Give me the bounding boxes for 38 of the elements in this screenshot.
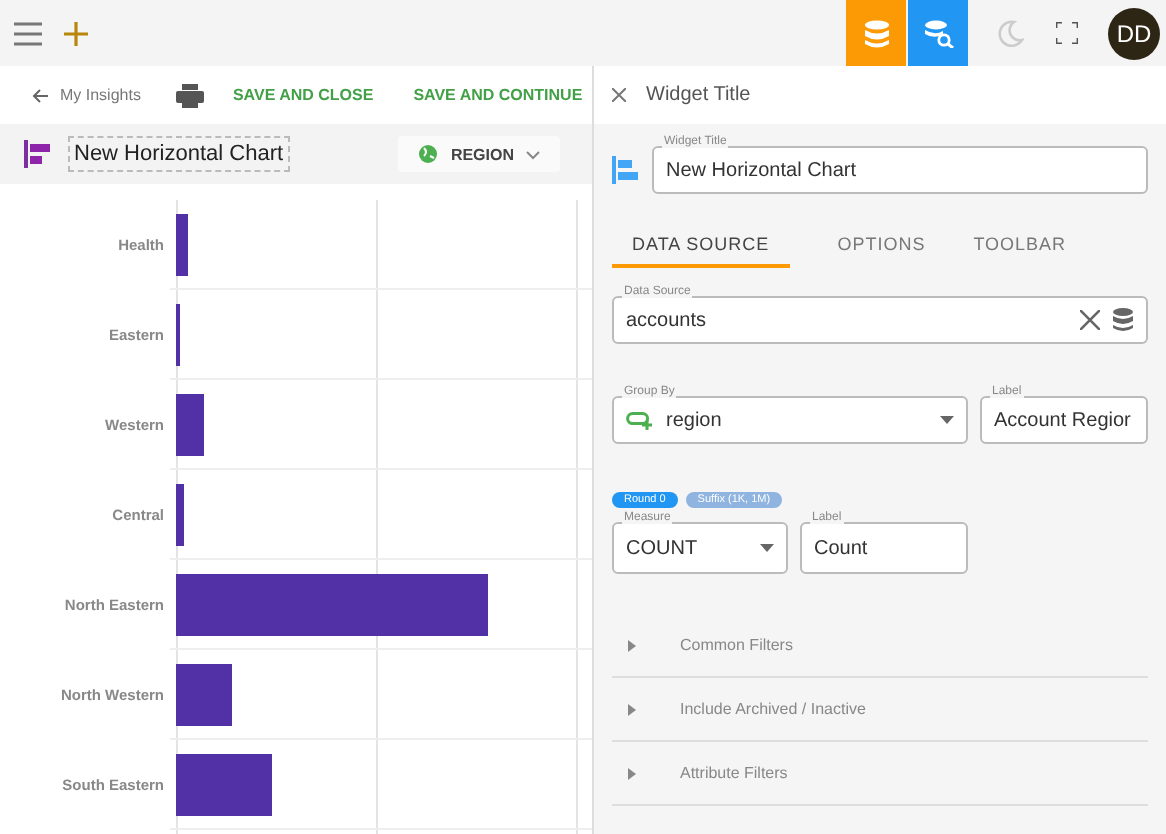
fullscreen-icon[interactable] bbox=[1056, 22, 1078, 44]
plus-icon[interactable] bbox=[64, 21, 88, 45]
database-icon bbox=[863, 19, 889, 47]
widget-title-field[interactable]: New Horizontal Chart bbox=[652, 146, 1148, 194]
chart-title[interactable]: New Horizontal Chart bbox=[68, 136, 290, 172]
back-arrow-icon[interactable] bbox=[32, 87, 48, 103]
back-link[interactable]: My Insights bbox=[60, 86, 141, 104]
panel-title: Widget Title bbox=[646, 84, 751, 106]
tab[interactable]: OPTIONS bbox=[837, 234, 926, 268]
measure-select[interactable]: COUNT bbox=[612, 522, 788, 574]
dropdown-caret-icon bbox=[760, 544, 774, 552]
tab[interactable]: DATA SOURCE bbox=[612, 234, 790, 268]
database-button[interactable] bbox=[846, 0, 906, 66]
avatar[interactable]: DD bbox=[1108, 7, 1160, 59]
bar-chart-icon bbox=[612, 156, 640, 184]
tab[interactable]: TOOLBAR bbox=[973, 234, 1067, 268]
label-field[interactable]: Account Regior bbox=[980, 396, 1148, 444]
printer-icon[interactable] bbox=[176, 83, 205, 107]
close-icon[interactable] bbox=[612, 88, 626, 102]
label-field[interactable]: Count bbox=[800, 522, 968, 574]
data-source-field[interactable]: accounts bbox=[612, 296, 1148, 344]
bar bbox=[176, 753, 272, 815]
bar bbox=[176, 483, 184, 545]
database-search-icon bbox=[923, 19, 953, 47]
bar-chart-icon bbox=[24, 140, 52, 168]
database-icon bbox=[1112, 308, 1134, 332]
dropdown-caret-icon bbox=[940, 416, 954, 424]
region-button[interactable]: REGION bbox=[398, 136, 560, 172]
bar bbox=[176, 663, 232, 725]
bar bbox=[176, 393, 204, 455]
database-search-button[interactable] bbox=[908, 0, 968, 66]
chevron-down-icon bbox=[526, 149, 540, 159]
group-by-select[interactable]: region bbox=[612, 396, 968, 444]
globe-icon bbox=[418, 144, 439, 164]
link-add-icon bbox=[626, 411, 654, 429]
clear-icon bbox=[1080, 310, 1100, 330]
menu-icon[interactable] bbox=[14, 21, 42, 45]
bar bbox=[176, 213, 188, 275]
